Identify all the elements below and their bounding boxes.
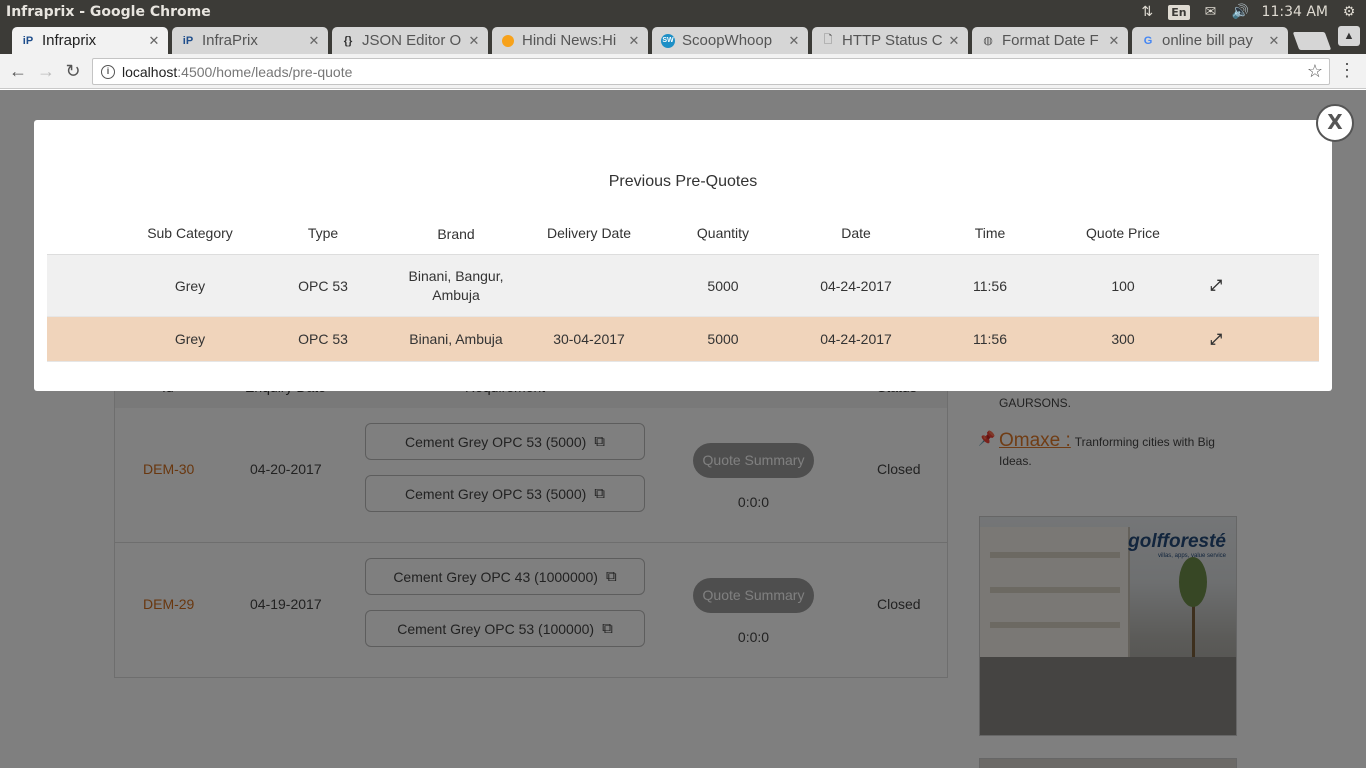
date-cell: 04-24-2017 xyxy=(820,331,892,347)
modal-title: Previous Pre-Quotes xyxy=(608,173,758,190)
window-menu-icon[interactable]: ▲ xyxy=(1338,26,1360,46)
format-date-favicon-icon: ◍ xyxy=(983,35,993,47)
quantity-cell: 5000 xyxy=(707,277,739,294)
window-title: Infraprix - Google Chrome xyxy=(6,4,211,20)
os-indicators: ⇅ En ✉ 🔊 11:34 AM ⚙ xyxy=(1138,0,1358,24)
col-sub-category: Sub Category xyxy=(147,225,233,241)
new-tab-button[interactable] xyxy=(1292,32,1332,50)
tab-online-bill-pay[interactable]: G online bill pay ✕ xyxy=(1132,27,1288,54)
close-tab-icon[interactable]: ✕ xyxy=(788,33,800,49)
time-cell: 11:56 xyxy=(973,331,1007,347)
keyboard-layout-indicator[interactable]: En xyxy=(1168,4,1190,20)
tab-hindi-news[interactable]: Hindi News:Hi ✕ xyxy=(492,27,648,54)
tab-label: Infraprix xyxy=(42,32,97,49)
url-host: localhost xyxy=(122,63,178,80)
col-delivery-date: Delivery Date xyxy=(546,225,632,241)
close-modal-button[interactable]: X xyxy=(1316,104,1354,142)
expand-icon[interactable]: ⤢ xyxy=(1202,317,1230,361)
network-icon[interactable]: ⇅ xyxy=(1138,4,1156,20)
time-cell: 11:56 xyxy=(973,277,1007,294)
close-tab-icon[interactable]: ✕ xyxy=(948,33,960,49)
previous-pre-quotes-modal: Previous Pre-Quotes Sub Category Type Br… xyxy=(34,120,1332,391)
url-text[interactable]: localhost:4500/home/leads/pre-quote xyxy=(122,64,352,80)
scoopwhoop-favicon-icon: SW xyxy=(660,33,676,49)
col-type: Type xyxy=(307,225,339,241)
pre-quotes-table-header: Sub Category Type Brand Delivery Date Qu… xyxy=(47,215,1319,255)
infraprix-favicon-icon: iP xyxy=(22,34,34,47)
bookmark-star-icon[interactable]: ☆ xyxy=(1307,61,1323,82)
close-tab-icon[interactable]: ✕ xyxy=(628,33,640,49)
gear-icon[interactable]: ⚙ xyxy=(1340,4,1358,20)
type-cell: OPC 53 xyxy=(298,277,348,294)
tab-label: Hindi News:Hi xyxy=(522,32,617,49)
tab-json-editor[interactable]: {} JSON Editor O ✕ xyxy=(332,27,488,54)
news-favicon-icon xyxy=(500,33,516,49)
tab-infraprix-2[interactable]: iP InfraPrix ✕ xyxy=(172,27,328,54)
brand-cell: Binani, Bangur, Ambuja xyxy=(408,267,504,303)
address-bar[interactable]: i localhost:4500/home/leads/pre-quote ☆ xyxy=(92,58,1330,85)
chrome-menu-icon[interactable]: ⋮ xyxy=(1338,60,1356,81)
tab-label: Format Date F xyxy=(1002,32,1099,49)
tab-scoopwhoop[interactable]: SW ScoopWhoop ✕ xyxy=(652,27,808,54)
url-path: :4500/home/leads/pre-quote xyxy=(177,63,353,80)
tab-label: InfraPrix xyxy=(202,32,258,49)
json-favicon-icon: {} xyxy=(343,34,353,47)
forward-arrow-icon[interactable]: → xyxy=(35,60,57,82)
col-quote-price: Quote Price xyxy=(1086,225,1160,241)
close-tab-icon[interactable]: ✕ xyxy=(1268,33,1280,49)
tab-strip: iP Infraprix ✕ iP InfraPrix ✕ {} JSON Ed… xyxy=(0,24,1366,54)
type-cell: OPC 53 xyxy=(298,331,348,347)
sub-category-cell: Grey xyxy=(174,331,206,347)
col-quantity: Quantity xyxy=(696,225,750,241)
tab-infraprix-active[interactable]: iP Infraprix ✕ xyxy=(12,27,168,54)
table-row[interactable]: Grey OPC 53 Binani, Ambuja 30-04-2017 50… xyxy=(47,317,1319,362)
tab-label: JSON Editor O xyxy=(362,32,462,49)
quote-price-cell: 100 xyxy=(1111,277,1135,294)
clock[interactable]: 11:34 AM xyxy=(1262,4,1328,20)
col-brand: Brand xyxy=(437,226,475,242)
back-arrow-icon[interactable]: ← xyxy=(7,60,29,82)
tab-http-status[interactable]: 🗋 HTTP Status C ✕ xyxy=(812,27,968,54)
close-tab-icon[interactable]: ✕ xyxy=(1108,33,1120,49)
brand-cell: Binani, Ambuja xyxy=(409,330,503,347)
document-favicon-icon: 🗋 xyxy=(823,34,833,46)
reload-icon[interactable]: ↻ xyxy=(62,60,84,82)
google-favicon-icon: G xyxy=(1143,34,1153,47)
delivery-date-cell: 30-04-2017 xyxy=(553,331,625,347)
browser-toolbar: ← → ↻ i localhost:4500/home/leads/pre-qu… xyxy=(0,54,1366,89)
close-tab-icon[interactable]: ✕ xyxy=(468,33,480,49)
quantity-cell: 5000 xyxy=(707,331,739,347)
infraprix-favicon-icon: iP xyxy=(182,34,194,47)
info-icon[interactable]: i xyxy=(101,64,115,79)
date-cell: 04-24-2017 xyxy=(820,277,892,294)
tab-label: HTTP Status C xyxy=(842,32,943,49)
sub-category-cell: Grey xyxy=(174,277,206,294)
col-date: Date xyxy=(841,225,871,241)
tab-format-date[interactable]: ◍ Format Date F ✕ xyxy=(972,27,1128,54)
os-top-bar: Infraprix - Google Chrome ⇅ En ✉ 🔊 11:34… xyxy=(0,0,1366,24)
tab-label: online bill pay xyxy=(1162,32,1253,49)
volume-icon[interactable]: 🔊 xyxy=(1232,4,1250,20)
col-time: Time xyxy=(974,225,1006,241)
quote-price-cell: 300 xyxy=(1111,331,1135,347)
close-tab-icon[interactable]: ✕ xyxy=(308,33,320,49)
close-tab-icon[interactable]: ✕ xyxy=(148,33,160,49)
pre-quotes-table: Sub Category Type Brand Delivery Date Qu… xyxy=(47,215,1319,362)
tab-label: ScoopWhoop xyxy=(682,32,773,49)
mail-icon[interactable]: ✉ xyxy=(1202,4,1220,20)
expand-icon[interactable]: ⤢ xyxy=(1202,255,1230,316)
table-row[interactable]: Grey OPC 53 Binani, Bangur, Ambuja 5000 … xyxy=(47,255,1319,317)
delivery-date-cell xyxy=(539,255,639,316)
